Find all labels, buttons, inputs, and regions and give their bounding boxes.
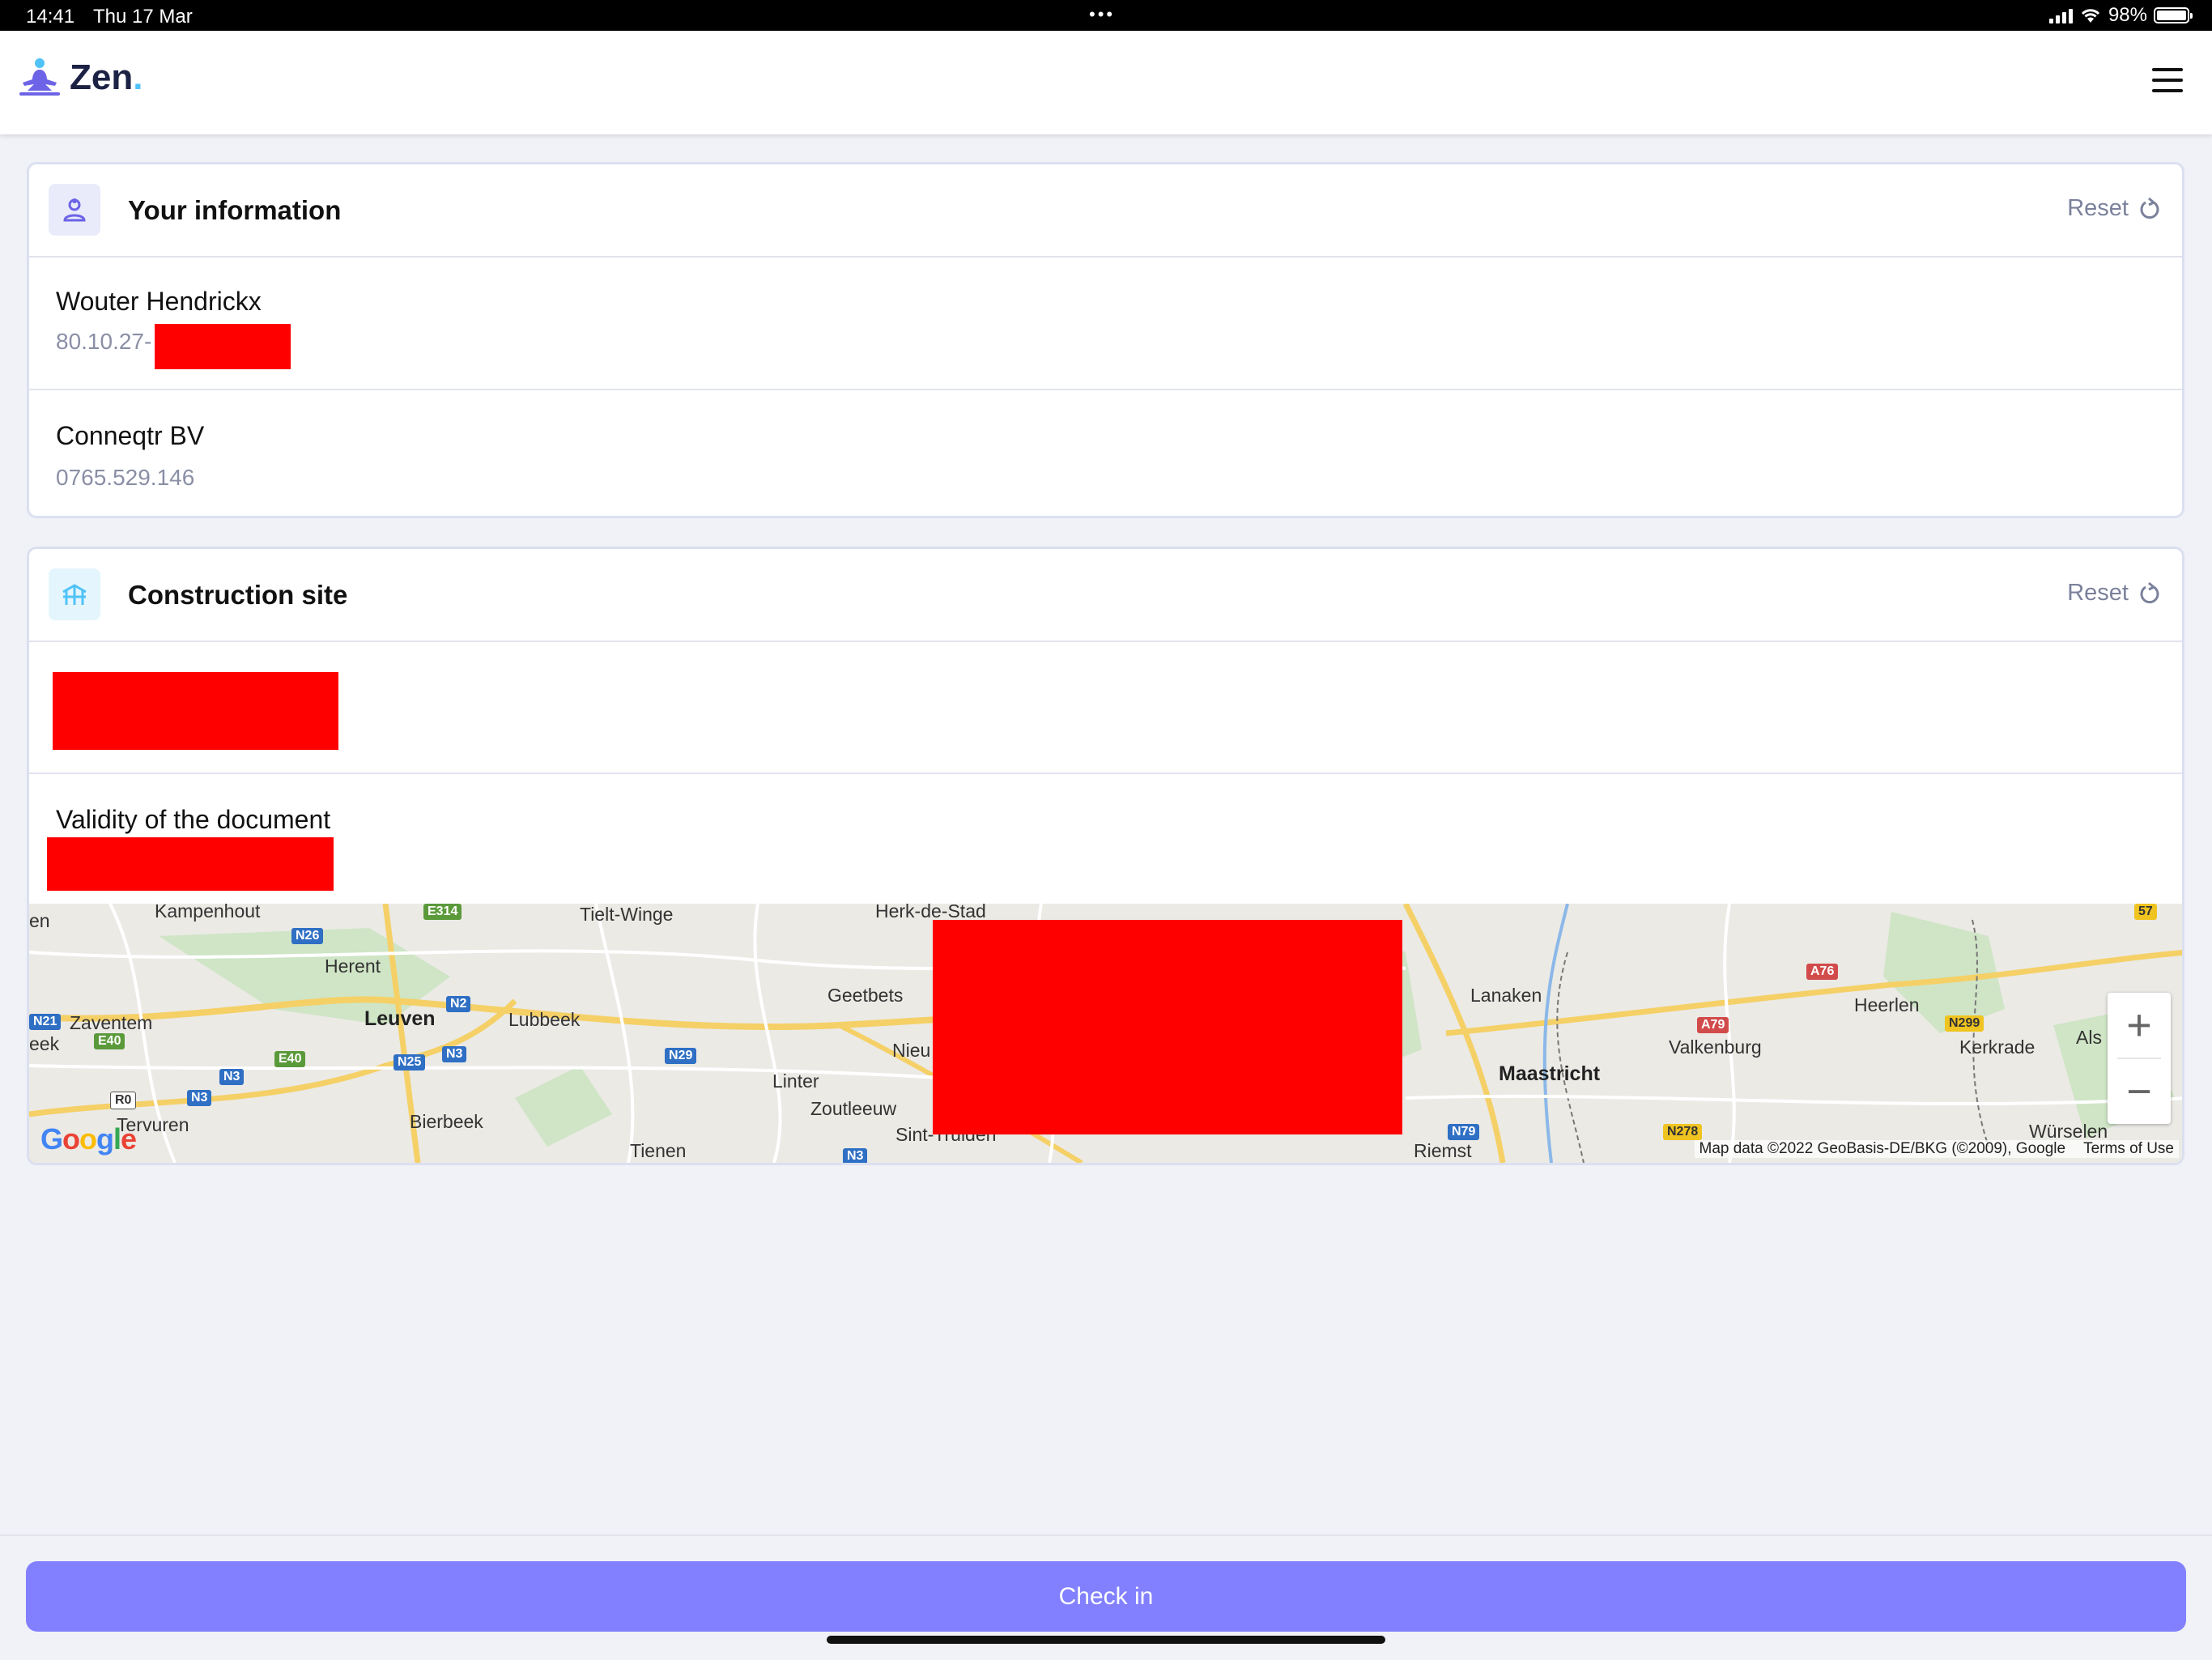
- road-shield: N29: [665, 1048, 697, 1064]
- map-label: Nieu: [892, 1040, 931, 1061]
- map-label: Riemst: [1414, 1140, 1472, 1161]
- map-label: Kampenhout: [155, 904, 261, 922]
- battery-icon: [2154, 7, 2193, 23]
- reset-icon: [2140, 581, 2159, 603]
- app-header: Zen.: [0, 31, 2212, 134]
- your-information-title: Your information: [128, 195, 342, 225]
- status-time: 14:41: [26, 6, 75, 28]
- your-information-card: Your information Reset Wouter Hendrickx …: [27, 162, 2184, 518]
- map-label: Zoutleeuw: [810, 1098, 897, 1119]
- road-shield: A76: [1806, 964, 1839, 980]
- map-zoom-controls: + −: [2108, 993, 2171, 1124]
- construction-site-reset-button[interactable]: Reset: [2067, 580, 2161, 607]
- construction-site-header: Construction site Reset: [29, 549, 2182, 642]
- validity-row: Validity of the document: [29, 774, 2182, 904]
- map-label: Valkenburg: [1669, 1036, 1762, 1058]
- road-shield: 57: [2134, 904, 2157, 920]
- map-data-credit: Map data ©2022 GeoBasis-DE/BKG (©2009), …: [1699, 1140, 2066, 1157]
- validity-label: Validity of the document: [56, 805, 331, 834]
- map-label: Heerlen: [1854, 994, 1920, 1015]
- map-label: Geetbets: [827, 985, 904, 1006]
- your-information-header: Your information Reset: [29, 164, 2182, 258]
- map-label: Lanaken: [1470, 985, 1542, 1006]
- map-label: Linter: [772, 1070, 819, 1092]
- company-row[interactable]: Conneqtr BV 0765.529.146: [29, 390, 2182, 516]
- redacted-map-area: [933, 920, 1402, 1134]
- map-label: Als: [2076, 1027, 2102, 1048]
- logo-text: Zen.: [70, 57, 143, 97]
- redacted-site-name: [53, 672, 338, 750]
- status-indicators: 98%: [2048, 4, 2193, 27]
- construction-site-icon: [49, 568, 100, 620]
- company-name: Conneqtr BV: [56, 421, 205, 450]
- reset-label: Reset: [2067, 195, 2129, 221]
- user-icon: [49, 184, 100, 236]
- person-name: Wouter Hendrickx: [56, 287, 262, 316]
- road-shield: N25: [393, 1054, 426, 1070]
- road-shield: N278: [1663, 1124, 1703, 1140]
- map-view[interactable]: Kampenhout Tielt-Winge Herk-de-Stad Here…: [29, 904, 2182, 1163]
- zoom-in-button[interactable]: +: [2108, 993, 2171, 1058]
- redacted-id-suffix: [155, 324, 291, 369]
- construction-site-card: Construction site Reset Validity of the …: [27, 547, 2184, 1165]
- map-label: Herent: [325, 956, 381, 977]
- home-indicator[interactable]: [827, 1636, 1385, 1644]
- map-attribution: Map data ©2022 GeoBasis-DE/BKG (©2009), …: [1694, 1140, 2179, 1158]
- battery-percentage: 98%: [2108, 4, 2147, 26]
- your-information-reset-button[interactable]: Reset: [2067, 195, 2161, 222]
- road-shield: N3: [187, 1090, 212, 1106]
- site-name-row[interactable]: [29, 642, 2182, 774]
- wifi-icon: [2081, 9, 2100, 23]
- zoom-out-button[interactable]: −: [2108, 1059, 2171, 1124]
- road-shield: N79: [1448, 1124, 1480, 1140]
- road-shield: R0: [110, 1092, 137, 1109]
- road-shield: N3: [442, 1046, 467, 1062]
- map-label: Bierbeek: [410, 1111, 483, 1132]
- google-logo[interactable]: Google: [40, 1122, 137, 1156]
- check-in-button[interactable]: Check in: [26, 1561, 2186, 1632]
- road-shield: N3: [843, 1148, 868, 1163]
- road-shield: E314: [423, 904, 462, 920]
- map-label: Würselen: [2029, 1121, 2108, 1142]
- hamburger-menu-icon[interactable]: [2152, 68, 2183, 92]
- multitasking-dots-icon[interactable]: •••: [1089, 4, 1115, 25]
- person-row[interactable]: Wouter Hendrickx 80.10.27-: [29, 258, 2182, 390]
- road-shield: N21: [29, 1014, 62, 1030]
- road-shield: E40: [94, 1033, 125, 1049]
- map-label: Maastricht: [1499, 1062, 1601, 1085]
- construction-site-title: Construction site: [128, 580, 348, 610]
- road-shield: N2: [446, 996, 471, 1012]
- reset-label: Reset: [2067, 580, 2129, 606]
- meditation-logo-icon: [19, 58, 60, 96]
- map-label: eek: [29, 1033, 60, 1054]
- terms-of-use-link[interactable]: Terms of Use: [2083, 1140, 2174, 1157]
- map-label: Zaventem: [70, 1012, 153, 1033]
- road-shield: N26: [291, 928, 324, 944]
- company-number: 0765.529.146: [56, 465, 195, 490]
- map-label: Tielt-Winge: [580, 904, 674, 925]
- road-shield: N3: [219, 1069, 245, 1085]
- reset-icon: [2140, 197, 2159, 219]
- road-shield: A79: [1697, 1017, 1729, 1033]
- cellular-signal-icon: [2048, 7, 2073, 23]
- map-label: Lubbeek: [508, 1009, 581, 1030]
- redacted-validity-dates: [47, 837, 334, 891]
- map-label: Kerkrade: [1959, 1036, 2035, 1058]
- person-id: 80.10.27-: [56, 329, 152, 354]
- road-shield: E40: [274, 1051, 306, 1067]
- road-shield: N299: [1945, 1015, 1984, 1032]
- status-date: Thu 17 Mar: [93, 6, 193, 28]
- map-label: Leuven: [364, 1007, 436, 1030]
- status-bar: 14:41 Thu 17 Mar ••• 98%: [0, 0, 2212, 31]
- map-label: Tienen: [630, 1140, 687, 1161]
- map-label: en: [29, 910, 50, 931]
- zen-logo[interactable]: Zen.: [16, 55, 143, 100]
